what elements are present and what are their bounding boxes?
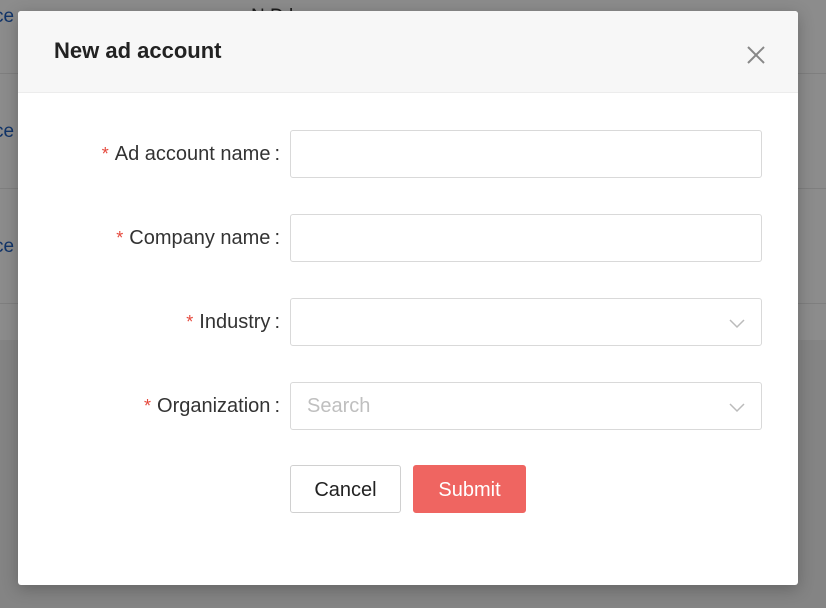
required-marker: * (116, 228, 124, 248)
dialog-title: New ad account (54, 38, 222, 63)
submit-button[interactable]: Submit (413, 465, 526, 513)
form-row-industry: * Industry: (18, 298, 798, 346)
label-text: Organization (157, 395, 271, 417)
label-text: Industry (199, 311, 271, 333)
form-row-ad-account-name: * Ad account name: (18, 130, 798, 178)
ad-account-name-input[interactable] (291, 131, 761, 177)
dialog-header: New ad account (18, 11, 798, 93)
label-colon: : (274, 395, 280, 417)
chevron-down-icon (729, 403, 745, 413)
close-button[interactable] (744, 43, 768, 67)
industry-select-input[interactable] (291, 299, 761, 345)
organization-label: * Organization: (144, 382, 280, 430)
label-text: Ad account name (114, 143, 271, 165)
form-row-organization: * Organization: (18, 382, 798, 430)
required-marker: * (144, 396, 152, 416)
company-name-input[interactable] (291, 215, 761, 261)
cancel-button[interactable]: Cancel (290, 465, 401, 513)
form-row-company-name: * Company name: (18, 214, 798, 262)
organization-select[interactable] (290, 382, 762, 430)
industry-label: * Industry: (186, 298, 280, 346)
close-icon (747, 46, 765, 64)
chevron-down-icon (729, 319, 745, 329)
required-marker: * (101, 144, 109, 164)
organization-search-input[interactable] (291, 383, 761, 429)
new-ad-account-dialog: New ad account * Ad account name: * Compan… (18, 11, 798, 585)
ad-account-name-label: * Ad account name: (102, 130, 280, 178)
label-text: Company name (129, 227, 271, 249)
ad-account-name-field (290, 130, 762, 178)
company-name-label: * Company name: (116, 214, 280, 262)
company-name-field (290, 214, 762, 262)
label-colon: : (274, 311, 280, 333)
label-colon: : (274, 143, 280, 165)
industry-select[interactable] (290, 298, 762, 346)
required-marker: * (186, 312, 194, 332)
label-colon: : (274, 227, 280, 249)
